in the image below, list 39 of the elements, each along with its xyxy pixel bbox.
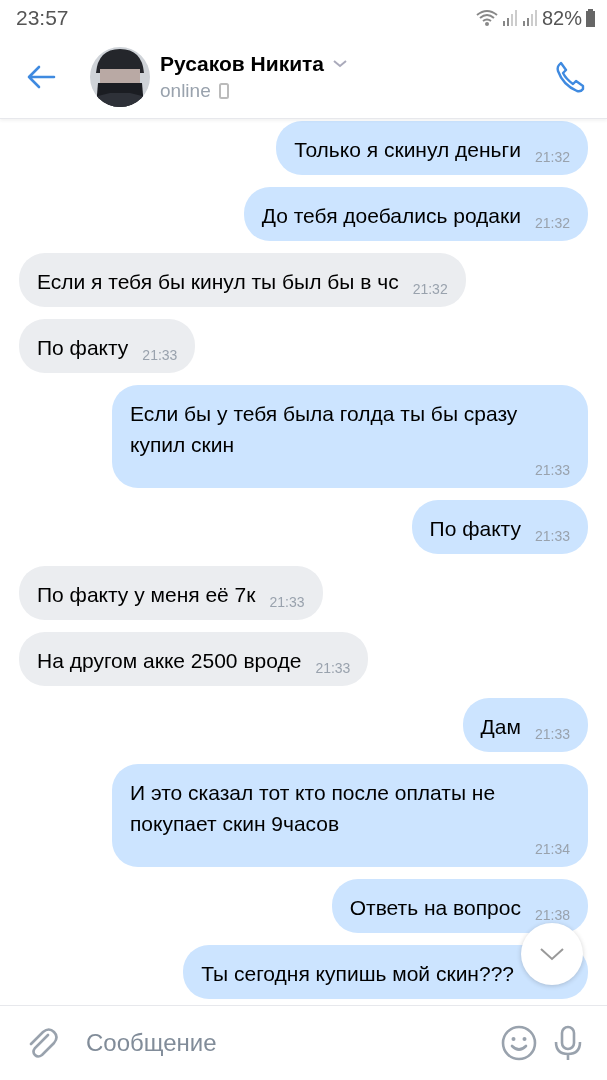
call-icon[interactable] (555, 61, 585, 93)
message-text: Если я тебя бы кинул ты был бы в чс (37, 269, 399, 295)
message-time: 21:38 (534, 906, 570, 925)
message-input[interactable]: Сообщение (84, 1028, 485, 1058)
message-time: 21:33 (534, 461, 570, 480)
message-text: По факту (37, 335, 129, 361)
smiley-icon[interactable] (501, 1025, 537, 1061)
back-arrow-icon[interactable] (26, 65, 56, 89)
chevron-down-icon[interactable] (332, 59, 349, 69)
message-time: 21:33 (534, 527, 570, 546)
message-time: 21:33 (315, 659, 351, 678)
battery-level: 82% (541, 6, 582, 30)
signal-icon (501, 9, 518, 27)
message-time: 21:32 (534, 214, 570, 233)
message-text: Только я скинул деньги (294, 137, 521, 163)
message-text: До тебя доебались родаки (261, 203, 521, 229)
clock: 23:57 (16, 6, 69, 30)
message-text: Если бы у тебя была голда ты бы сразу купил скин (130, 401, 519, 458)
message-time: 21:33 (534, 725, 570, 744)
message-text: Ответь на вопрос (349, 895, 521, 921)
message-time: 21:33 (142, 346, 178, 365)
phone-device-icon (218, 83, 229, 99)
message-text: И это сказал тот кто после оплаты не покупает скин 9часов (130, 780, 497, 837)
message-text: По факту (429, 516, 521, 542)
online-status: online (160, 80, 211, 102)
message-time: 21:34 (534, 840, 570, 859)
microphone-icon[interactable] (553, 1025, 583, 1061)
message-time: 21:32 (412, 280, 448, 299)
message-text: По факту у меня её 7к (37, 582, 256, 608)
battery-icon (586, 9, 595, 27)
signal-icon (521, 9, 538, 27)
message-time: 21:32 (534, 148, 570, 167)
message-text: Ты сегодня купишь мой скин??? (201, 961, 514, 987)
message-text: Дам (480, 714, 521, 740)
wifi-icon (475, 9, 498, 27)
message-time: 21:33 (269, 593, 305, 612)
chevron-down-icon (539, 946, 565, 962)
contact-name[interactable]: Русаков Никита (160, 52, 325, 76)
message-text: На другом акке 2500 вроде (37, 648, 302, 674)
